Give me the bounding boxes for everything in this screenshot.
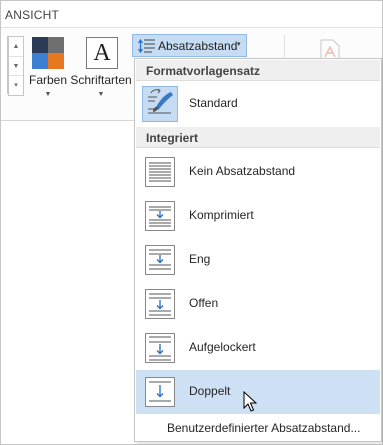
scroll-up-icon[interactable]: ▲ [9,37,23,56]
paragraph-spacing-icon [138,38,155,54]
ribbon-tab-bar: ANSICHT [1,1,382,27]
menu-item-label: Aufgelockert [189,340,256,354]
window-frame: ANSICHT ▲ ▼ ▾ Farben ▼ A Schriftarten ▼ [0,0,383,445]
style-gallery-edge[interactable] [1,36,8,94]
menu-item-offen[interactable]: Offen [136,282,380,326]
farben-button[interactable]: Farben ▼ [24,31,72,101]
font-icon: A [86,37,118,69]
farben-label: Farben [28,73,68,87]
mouse-pointer-icon [243,391,257,412]
spacing-compact-icon [142,198,178,234]
style-set-brush-icon [142,86,178,122]
menu-item-standard[interactable]: Standard [136,82,380,126]
menu-item-label: Doppelt [189,384,231,398]
spacing-open-icon [142,286,178,322]
menu-item-eng[interactable]: Eng [136,238,380,282]
gallery-more-icon[interactable]: ▾ [9,75,23,95]
spacing-none-icon [142,154,178,190]
menu-item-label: Komprimiert [189,208,254,222]
section-header-formatvorlagensatz: Formatvorlagensatz [136,60,380,81]
absatzabstand-button[interactable]: Absatzabstand ▾ [132,34,247,57]
spacing-double-icon [142,374,178,410]
chevron-down-icon: ▼ [44,91,52,98]
menu-item-doppelt[interactable]: Doppelt [136,370,380,414]
chevron-down-icon: ▾ [237,41,241,48]
spacing-tight-icon [142,242,178,278]
custom-spacing-option[interactable]: Benutzerdefinierter Absatzabstand... [136,417,380,439]
absatzabstand-label: Absatzabstand [158,39,238,53]
menu-item-komprimiert[interactable]: Komprimiert [136,194,380,238]
color-scheme-icon [32,37,64,69]
menu-item-label: Standard [189,96,238,110]
absatzabstand-dropdown-menu: Formatvorlagensatz Standard Integriert K… [134,58,382,442]
menu-item-label: Eng [189,252,211,266]
section-header-integriert: Integriert [136,127,380,148]
scroll-down-icon[interactable]: ▼ [9,56,23,76]
chevron-down-icon: ▼ [97,91,105,98]
schriftarten-label: Schriftarten [70,73,132,87]
spacing-relaxed-icon [142,330,178,366]
style-gallery-scrollbar[interactable]: ▲ ▼ ▾ [8,36,24,96]
menu-item-kein-absatzabstand[interactable]: Kein Absatzabstand [136,150,380,194]
menu-item-label: Kein Absatzabstand [189,164,296,178]
menu-item-aufgelockert[interactable]: Aufgelockert [136,326,380,370]
tab-ansicht[interactable]: ANSICHT [5,8,59,22]
menu-item-label: Offen [189,296,219,310]
schriftarten-button[interactable]: A Schriftarten ▼ [69,31,133,101]
